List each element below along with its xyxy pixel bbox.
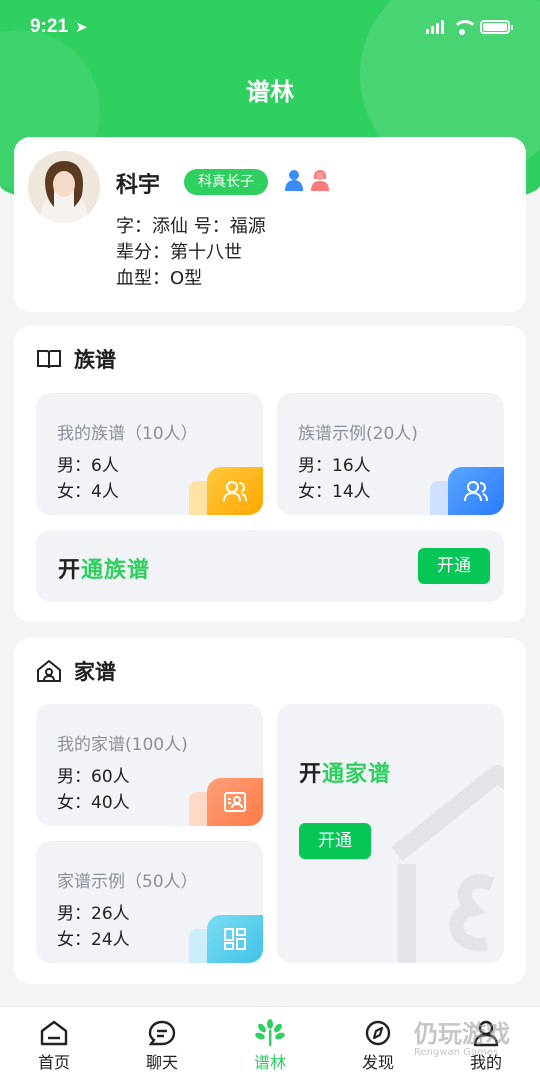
decor-block: [189, 481, 207, 515]
house-icon: [37, 660, 61, 682]
status-time: 9:21: [30, 16, 69, 37]
stat-label: 家谱示例（50人）: [57, 872, 198, 892]
open-jiapu-panel[interactable]: 开通家谱 开通: [277, 704, 504, 963]
people-icon: [448, 467, 504, 515]
male-person-icon: [285, 170, 303, 191]
title-suffix: 通族谱: [81, 558, 151, 583]
location-arrow-icon: ➤: [75, 18, 88, 36]
page-title: 谱林: [246, 78, 294, 106]
open-zupu-banner[interactable]: 开通族谱 开通: [36, 530, 504, 602]
zupu-section: 族谱 我的族谱（10人） 男：6人 女：4人 族谱示例(20人) 男：16人 女…: [14, 326, 526, 622]
open-zupu-button[interactable]: 开通: [418, 548, 490, 584]
female-person-icon: [311, 170, 329, 191]
courtesy-name-line: 字：添仙 号：福源: [116, 216, 266, 237]
tree-icon: [230, 1017, 310, 1049]
stat-label: 我的族谱（10人）: [57, 424, 198, 444]
watermark-logo: 仍玩游戏 Rengwan Games: [414, 1014, 510, 1058]
blood-type-line: 血型：O型: [116, 268, 203, 289]
tab-label: 首页: [37, 1053, 70, 1072]
example-zupu-card[interactable]: 族谱示例(20人) 男：16人 女：14人: [277, 393, 504, 515]
watermark-subtext: Rengwan Games: [414, 1047, 499, 1058]
zupu-header: 族谱: [36, 344, 116, 374]
stat-label: 我的家谱(100人): [57, 735, 188, 755]
open-jiapu-title: 开通家谱: [299, 756, 391, 788]
open-zupu-title: 开通族谱: [58, 552, 150, 584]
profile-name: 科宇: [116, 173, 161, 198]
male-count: 男：6人: [57, 456, 119, 476]
tab-pulin[interactable]: 谱林: [230, 1017, 310, 1073]
open-jiapu-button[interactable]: 开通: [299, 823, 371, 859]
tab-label: 谱林: [253, 1053, 286, 1072]
my-jiapu-card[interactable]: 我的家谱(100人) 男：60人 女：40人: [36, 704, 263, 826]
my-zupu-card[interactable]: 我的族谱（10人） 男：6人 女：4人: [36, 393, 263, 515]
male-count: 男：26人: [57, 904, 130, 924]
decor-block: [430, 481, 448, 515]
decor-block: [189, 929, 207, 963]
chat-icon: [122, 1017, 202, 1049]
stat-label: 族谱示例(20人): [298, 424, 418, 444]
female-count: 女：40人: [57, 793, 130, 813]
female-count: 女：14人: [298, 482, 371, 502]
profile-card[interactable]: 科宇 科真长子 字：添仙 号：福源 辈分：第十八世 血型：O型: [14, 137, 526, 312]
grid-layout-icon: [207, 915, 263, 963]
lineage-badge: 科真长子: [184, 169, 268, 195]
tab-chat[interactable]: 聊天: [122, 1017, 202, 1073]
home-icon: [14, 1017, 94, 1049]
generation-line: 辈分：第十八世: [116, 242, 242, 263]
jiapu-header: 家谱: [36, 656, 116, 686]
watermark-text: 仍玩游戏: [414, 1020, 510, 1048]
gender-icons: [284, 169, 330, 191]
tab-discover[interactable]: 发现: [338, 1017, 418, 1073]
title-suffix: 通家谱: [322, 762, 392, 787]
example-jiapu-card[interactable]: 家谱示例（50人） 男：26人 女：24人: [36, 841, 263, 963]
male-count: 男：16人: [298, 456, 371, 476]
people-icon: [207, 467, 263, 515]
status-bar: 9:21 ➤: [0, 0, 540, 60]
title-prefix: 开: [299, 762, 323, 787]
section-title: 家谱: [74, 660, 116, 684]
book-icon: [37, 350, 61, 369]
avatar[interactable]: [28, 151, 100, 223]
female-count: 女：4人: [57, 482, 119, 502]
battery-icon: [480, 20, 513, 34]
jiapu-section: 家谱 我的家谱(100人) 男：60人 女：40人 家谱示例（50人） 男：26…: [14, 638, 526, 984]
status-icons: [426, 20, 513, 35]
tab-label: 聊天: [145, 1053, 178, 1072]
cellular-signal-icon: [426, 20, 444, 34]
tab-home[interactable]: 首页: [14, 1017, 94, 1073]
female-count: 女：24人: [57, 930, 130, 950]
wifi-icon: [452, 20, 478, 35]
section-title: 族谱: [74, 348, 116, 372]
contact-card-icon: [207, 778, 263, 826]
compass-icon: [338, 1017, 418, 1049]
title-prefix: 开: [58, 558, 82, 583]
tab-label: 发现: [361, 1053, 394, 1072]
house-watermark-icon: [391, 765, 504, 963]
male-count: 男：60人: [57, 767, 130, 787]
decor-block: [189, 792, 207, 826]
